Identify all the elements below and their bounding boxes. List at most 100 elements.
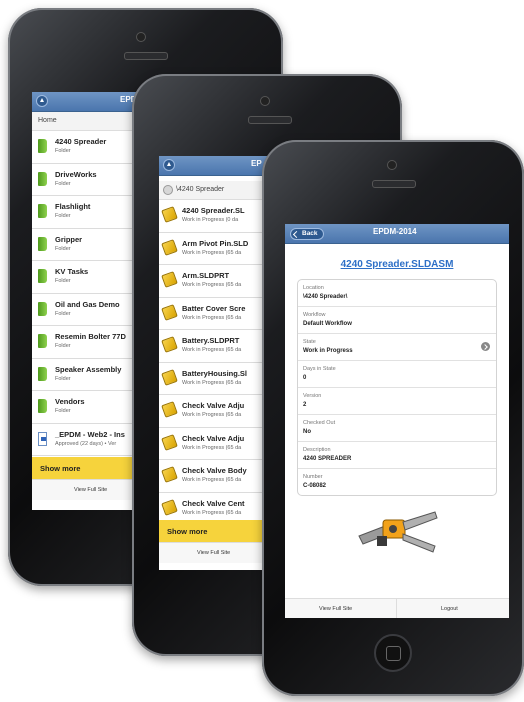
view-full-site-link[interactable]: View Full Site bbox=[74, 487, 107, 493]
property-label: Checked Out bbox=[303, 420, 336, 426]
part-file-icon bbox=[161, 368, 178, 386]
item-status: Work in Progress (65 da bbox=[182, 444, 242, 451]
item-status: Work in Progress (65 da bbox=[182, 509, 242, 516]
earpiece-speaker bbox=[372, 180, 416, 188]
property-label: Days in State bbox=[303, 366, 336, 372]
spreader-model-thumbnail bbox=[358, 511, 438, 553]
item-status: Work in Progress (65 da bbox=[182, 477, 242, 483]
property-value: Default Workflow bbox=[303, 321, 352, 327]
item-name: 4240 Spreader bbox=[55, 137, 107, 146]
item-name: Arm Pivot Pin.SLD bbox=[182, 238, 249, 248]
back-button[interactable]: Back bbox=[290, 228, 324, 240]
part-file-icon bbox=[161, 433, 178, 451]
folder-icon bbox=[38, 236, 47, 251]
back-arrow-icon[interactable] bbox=[163, 185, 173, 195]
property-label: Description bbox=[303, 447, 331, 453]
folder-icon bbox=[38, 139, 47, 153]
item-name: Flashlight bbox=[55, 202, 91, 211]
item-name: Resemin Bolter 77D bbox=[55, 332, 126, 341]
item-status: Work in Progress (0 da bbox=[182, 217, 239, 223]
property-value: 0 bbox=[303, 375, 307, 381]
item-type: Folder bbox=[55, 148, 71, 154]
item-name: Check Valve Adju bbox=[182, 401, 245, 410]
item-type: Folder bbox=[55, 408, 71, 414]
property-value: C-08082 bbox=[303, 483, 327, 489]
property-days-in-state: Days in State 0 bbox=[298, 361, 496, 388]
file-title-link[interactable]: 4240 Spreader.SLDASM bbox=[285, 259, 509, 270]
item-type: Folder bbox=[55, 375, 71, 382]
item-status: Work in Progress (65 da bbox=[182, 249, 242, 256]
item-name: Oil and Gas Demo bbox=[55, 299, 120, 309]
item-type: Folder bbox=[55, 310, 71, 317]
header-title: EP bbox=[251, 159, 262, 168]
item-name: Vendors bbox=[55, 397, 85, 406]
property-label: Workflow bbox=[303, 312, 326, 318]
property-value: \4240 Spreader\ bbox=[303, 294, 348, 300]
earpiece-speaker bbox=[248, 116, 292, 124]
part-file-icon bbox=[161, 498, 178, 516]
app-header: Back EPDM-2014 bbox=[285, 224, 509, 244]
back-label: Back bbox=[302, 230, 318, 237]
item-name: Arm.SLDPRT bbox=[182, 271, 230, 280]
folder-icon bbox=[38, 171, 47, 186]
item-name: Gripper bbox=[55, 234, 83, 244]
folder-icon bbox=[38, 301, 47, 316]
part-file-icon bbox=[161, 466, 178, 483]
view-full-site-link[interactable]: View Full Site bbox=[197, 550, 230, 556]
property-value: 4240 SPREADER bbox=[303, 456, 352, 462]
property-checked-out: Checked Out No bbox=[298, 415, 496, 442]
breadcrumb-label: Home bbox=[38, 117, 57, 124]
home-icon[interactable] bbox=[36, 95, 48, 107]
property-value: 2 bbox=[303, 402, 307, 408]
word-document-icon bbox=[38, 431, 47, 446]
item-name: Battery.SLDPRT bbox=[182, 336, 240, 345]
home-button[interactable] bbox=[374, 634, 412, 672]
chevron-right-icon[interactable] bbox=[481, 342, 490, 351]
part-file-icon bbox=[161, 401, 178, 418]
part-file-icon bbox=[161, 238, 178, 256]
item-status: Approved (22 days) • Ver bbox=[55, 440, 117, 447]
item-status: Work in Progress (65 da bbox=[182, 379, 242, 386]
item-type: Folder bbox=[55, 278, 71, 284]
front-camera bbox=[387, 160, 397, 170]
app-footer: View Full Site Logout bbox=[285, 598, 509, 618]
item-name: KV Tasks bbox=[55, 267, 89, 276]
property-label: State bbox=[303, 339, 316, 345]
item-name: Check Valve Cent bbox=[182, 498, 245, 508]
item-name: 4240 Spreader.SL bbox=[182, 206, 245, 215]
view-full-site-link[interactable]: View Full Site bbox=[319, 606, 352, 612]
assembly-file-icon bbox=[161, 206, 178, 223]
item-name: Speaker Assembly bbox=[55, 364, 122, 374]
folder-icon bbox=[38, 269, 47, 283]
front-camera bbox=[136, 32, 146, 42]
home-icon[interactable] bbox=[163, 159, 175, 171]
item-name: Batter Cover Scre bbox=[182, 303, 246, 313]
folder-icon bbox=[38, 366, 47, 381]
phone-3: Back EPDM-2014 4240 Spreader.SLDASM Loca… bbox=[262, 140, 524, 696]
property-label: Location bbox=[303, 285, 324, 291]
breadcrumb-label: \4240 Spreader bbox=[176, 186, 225, 193]
item-name: Check Valve Adju bbox=[182, 433, 245, 443]
item-name: Check Valve Body bbox=[182, 466, 247, 475]
item-name: _EPDM - Web2 - Ins bbox=[55, 429, 125, 439]
property-state[interactable]: State Work in Progress bbox=[298, 334, 496, 361]
item-status: Work in Progress (65 da bbox=[182, 347, 242, 353]
item-status: Work in Progress (65 da bbox=[182, 412, 242, 418]
item-type: Folder bbox=[55, 213, 71, 219]
item-type: Folder bbox=[55, 180, 71, 187]
item-type: Folder bbox=[55, 343, 71, 349]
property-label: Version bbox=[303, 393, 322, 399]
property-location: Location \4240 Spreader\ bbox=[298, 280, 496, 307]
folder-icon bbox=[38, 399, 47, 413]
earpiece-speaker bbox=[124, 52, 168, 60]
header-title: EPDM-2014 bbox=[373, 227, 417, 236]
property-number: Number C-08082 bbox=[298, 469, 496, 495]
part-file-icon bbox=[161, 336, 178, 353]
front-camera bbox=[260, 96, 270, 106]
property-version: Version 2 bbox=[298, 388, 496, 415]
logout-link[interactable]: Logout bbox=[441, 606, 458, 612]
part-file-icon bbox=[161, 271, 178, 288]
item-type: Folder bbox=[55, 245, 71, 252]
item-status: Work in Progress (65 da bbox=[182, 282, 242, 288]
property-workflow: Workflow Default Workflow bbox=[298, 307, 496, 334]
